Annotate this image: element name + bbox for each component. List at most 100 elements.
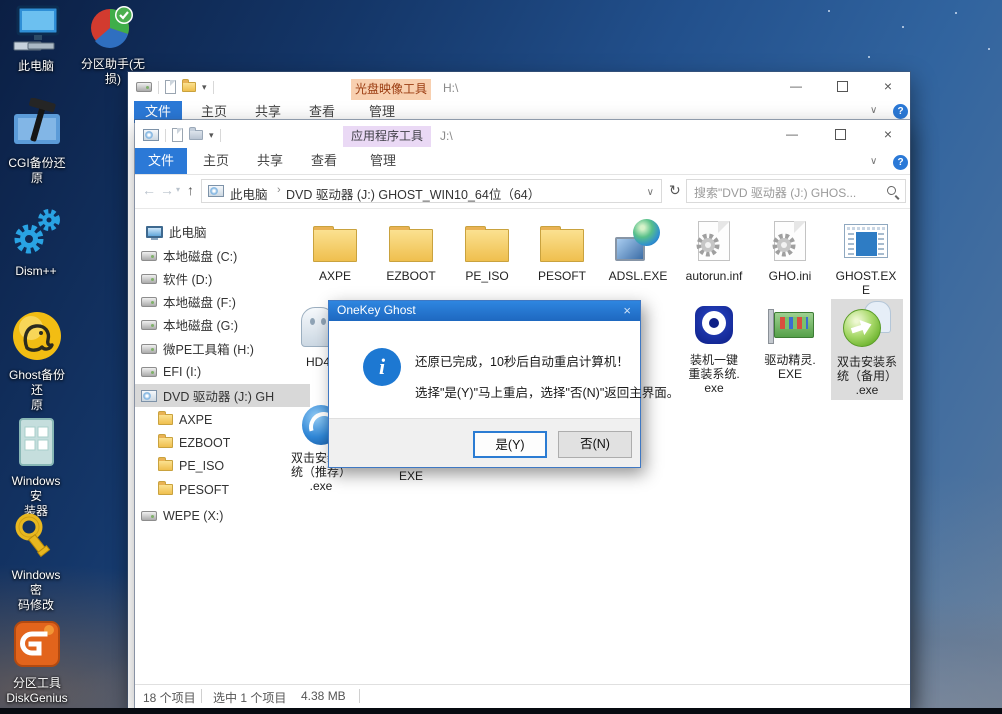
status-bar: 18 个项目 选中 1 个项目 4.38 MB xyxy=(135,684,910,707)
file-exe-fragment[interactable]: EXE xyxy=(379,469,443,483)
help-icon[interactable]: ? xyxy=(893,155,908,170)
contextual-tab-application-tools[interactable]: 应用程序工具 xyxy=(343,126,431,147)
dialog-titlebar[interactable]: OneKey Ghost × xyxy=(329,301,640,321)
new-file-icon[interactable] xyxy=(172,128,183,142)
folder-icon xyxy=(389,229,433,262)
close-button[interactable]: × xyxy=(877,76,899,96)
breadcrumb-root[interactable]: 此电脑 xyxy=(230,184,268,203)
desktop-icon-diskgenius[interactable]: 分区工具 DiskGenius xyxy=(6,620,68,706)
tree-item-folder-pe-iso[interactable]: PE_ISO xyxy=(135,454,310,477)
drive-icon xyxy=(141,297,157,307)
recent-locations-icon[interactable]: ▾ xyxy=(176,185,180,194)
dialog-footer: 是(Y) 否(N) xyxy=(329,418,640,467)
address-bar: ← → ▾ ↑ 此电脑 › DVD 驱动器 (J:) GHOST_WIN10_6… xyxy=(135,174,910,208)
desktop-icon-windows-password[interactable]: Windows密 码修改 xyxy=(6,512,66,613)
desktop-icon-label: 此电脑 xyxy=(18,59,54,74)
file-folder-pe-iso[interactable]: PE_ISO xyxy=(451,217,523,283)
maximize-button[interactable] xyxy=(837,81,848,92)
breadcrumb[interactable]: 此电脑 › DVD 驱动器 (J:) GHOST_WIN10_64位（64） ∨ xyxy=(201,179,662,203)
dialog-message-line1: 还原已完成，10秒后自动重启计算机！ xyxy=(415,351,629,370)
divider xyxy=(201,689,202,703)
refresh-icon[interactable]: ↻ xyxy=(669,182,681,199)
chevron-down-icon[interactable]: ∨ xyxy=(870,105,877,116)
tree-item-folder-pesoft[interactable]: PESOFT xyxy=(135,478,310,501)
search-icon xyxy=(887,186,899,198)
ghost-icon xyxy=(10,310,64,367)
file-folder-ezboot[interactable]: EZBOOT xyxy=(375,217,447,283)
divider xyxy=(135,208,910,209)
tree-item-folder-ezboot[interactable]: EZBOOT xyxy=(135,431,310,454)
star xyxy=(902,26,904,28)
yes-button[interactable]: 是(Y) xyxy=(473,431,547,458)
close-button[interactable]: × xyxy=(877,124,899,144)
folder-icon xyxy=(158,484,173,495)
separator xyxy=(213,81,214,94)
drive-icon xyxy=(141,511,157,521)
new-file-icon[interactable] xyxy=(165,80,176,94)
breadcrumb-path[interactable]: DVD 驱动器 (J:) GHOST_WIN10_64位（64） xyxy=(286,184,540,203)
file-adsl-exe[interactable]: ADSL.EXE xyxy=(602,217,674,283)
config-file-icon xyxy=(698,221,730,261)
desktop-icon-label: Windows密 码修改 xyxy=(6,568,66,613)
tab-home[interactable]: 主页 xyxy=(193,150,239,172)
tree-item-dvd-j[interactable]: DVD 驱动器 (J:) GH xyxy=(135,384,310,407)
back-arrow-icon[interactable]: ← xyxy=(142,182,156,198)
star xyxy=(868,56,870,58)
tree-item-drive-x[interactable]: WEPE (X:) xyxy=(135,504,310,527)
file-driver-genius-exe[interactable]: 驱动精灵. EXE xyxy=(754,301,826,381)
file-autorun-inf[interactable]: autorun.inf xyxy=(678,217,750,283)
search-input[interactable]: 搜索"DVD 驱动器 (J:) GHOS... xyxy=(686,179,906,203)
contextual-tab-disc-image-tools[interactable]: 光盘映像工具 xyxy=(351,79,431,100)
file-ghost-exe[interactable]: GHOST.EX E xyxy=(830,217,902,297)
dropdown-icon[interactable]: ▾ xyxy=(202,82,207,93)
folder-icon xyxy=(540,229,584,262)
desktop-icon-ghost-backup[interactable]: Ghost备份还 原 xyxy=(6,310,68,413)
divider xyxy=(359,689,360,703)
minimize-button[interactable]: — xyxy=(785,76,807,96)
tab-share[interactable]: 共享 xyxy=(247,150,293,172)
driver-card-icon xyxy=(774,312,814,338)
help-icon[interactable]: ? xyxy=(893,104,908,119)
tree-item-this-pc[interactable]: 此电脑 xyxy=(135,220,310,243)
desktop-icon-cgi-backup[interactable]: CGI备份还原 xyxy=(6,98,68,186)
folder-icon[interactable] xyxy=(189,130,203,140)
chevron-down-icon[interactable]: ∨ xyxy=(647,187,654,198)
separator xyxy=(220,129,221,142)
file-onekey-reinstall-exe[interactable]: 装机一键 重装系统. exe xyxy=(678,301,750,395)
dialog-message-line2: 选择"是(Y)"马上重启，选择"否(N)"返回主界面。 xyxy=(415,382,679,401)
desktop-icon-label: CGI备份还原 xyxy=(6,156,68,186)
folder-icon[interactable] xyxy=(182,82,196,92)
tree-item-drive-d[interactable]: 软件 (D:) xyxy=(135,267,310,290)
dropdown-icon[interactable]: ▾ xyxy=(209,130,214,141)
drive-icon xyxy=(141,344,157,354)
tab-file[interactable]: 文件 xyxy=(135,148,187,174)
close-icon[interactable]: × xyxy=(623,303,631,318)
minimize-button[interactable]: — xyxy=(781,124,803,144)
tree-item-folder-axpe[interactable]: AXPE xyxy=(135,408,310,431)
eye-app-icon xyxy=(695,306,733,344)
search-placeholder: 搜索"DVD 驱动器 (J:) GHOS... xyxy=(694,184,856,201)
desktop-icon-this-pc[interactable]: 此电脑 xyxy=(6,5,66,74)
tab-manage[interactable]: 管理 xyxy=(361,150,405,172)
tab-view[interactable]: 查看 xyxy=(301,150,347,172)
drive-icon xyxy=(141,274,157,284)
file-folder-axpe[interactable]: AXPE xyxy=(299,217,371,283)
star xyxy=(988,48,990,50)
partition-assistant-icon xyxy=(86,3,140,56)
file-gho-ini[interactable]: GHO.ini xyxy=(754,217,826,283)
file-install-backup-exe[interactable]: 双击安装系 统（备用） .exe xyxy=(831,299,903,400)
desktop-icon-windows-installer[interactable]: Windows安 装器 xyxy=(6,416,66,519)
chevron-down-icon[interactable]: ∨ xyxy=(870,156,877,167)
maximize-button[interactable] xyxy=(835,129,846,140)
forward-arrow-icon[interactable]: → xyxy=(160,182,174,198)
taskbar-edge xyxy=(0,708,1002,714)
drive-icon xyxy=(141,251,157,261)
file-folder-pesoft[interactable]: PESOFT xyxy=(526,217,598,283)
no-button[interactable]: 否(N) xyxy=(558,431,632,458)
tree-item-drive-c[interactable]: 本地磁盘 (C:) xyxy=(135,244,310,267)
drive-icon xyxy=(141,320,157,330)
desktop-icon-dism[interactable]: Dism++ xyxy=(4,208,68,279)
desktop-icon-label: 分区工具 DiskGenius xyxy=(6,676,67,706)
hammer-tool-icon xyxy=(10,98,64,155)
up-arrow-icon[interactable]: ↑ xyxy=(187,182,194,198)
